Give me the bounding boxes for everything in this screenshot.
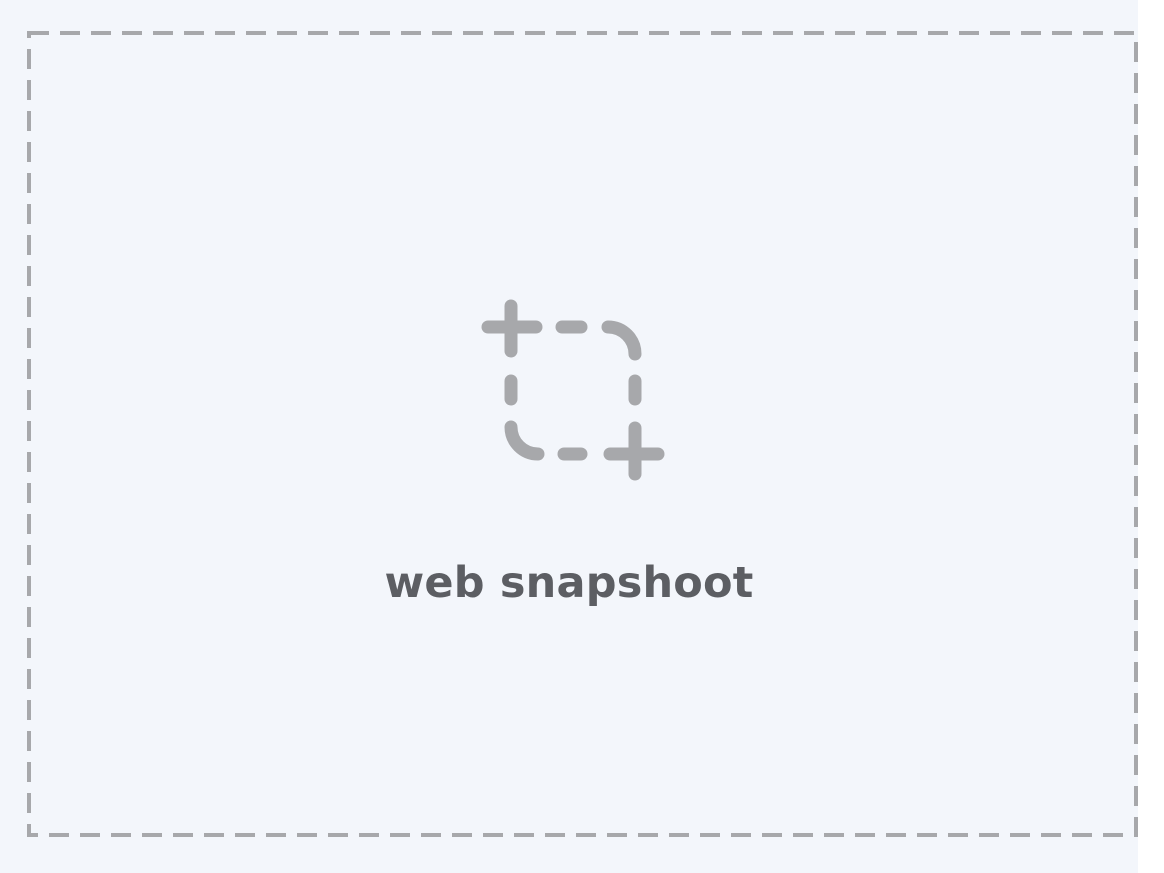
screenshot-capture-icon[interactable] (478, 296, 668, 484)
right-edge-strip (1138, 0, 1164, 873)
snapshot-panel: web snapshoot (0, 0, 1138, 873)
snapshot-label: web snapshoot (384, 558, 754, 608)
